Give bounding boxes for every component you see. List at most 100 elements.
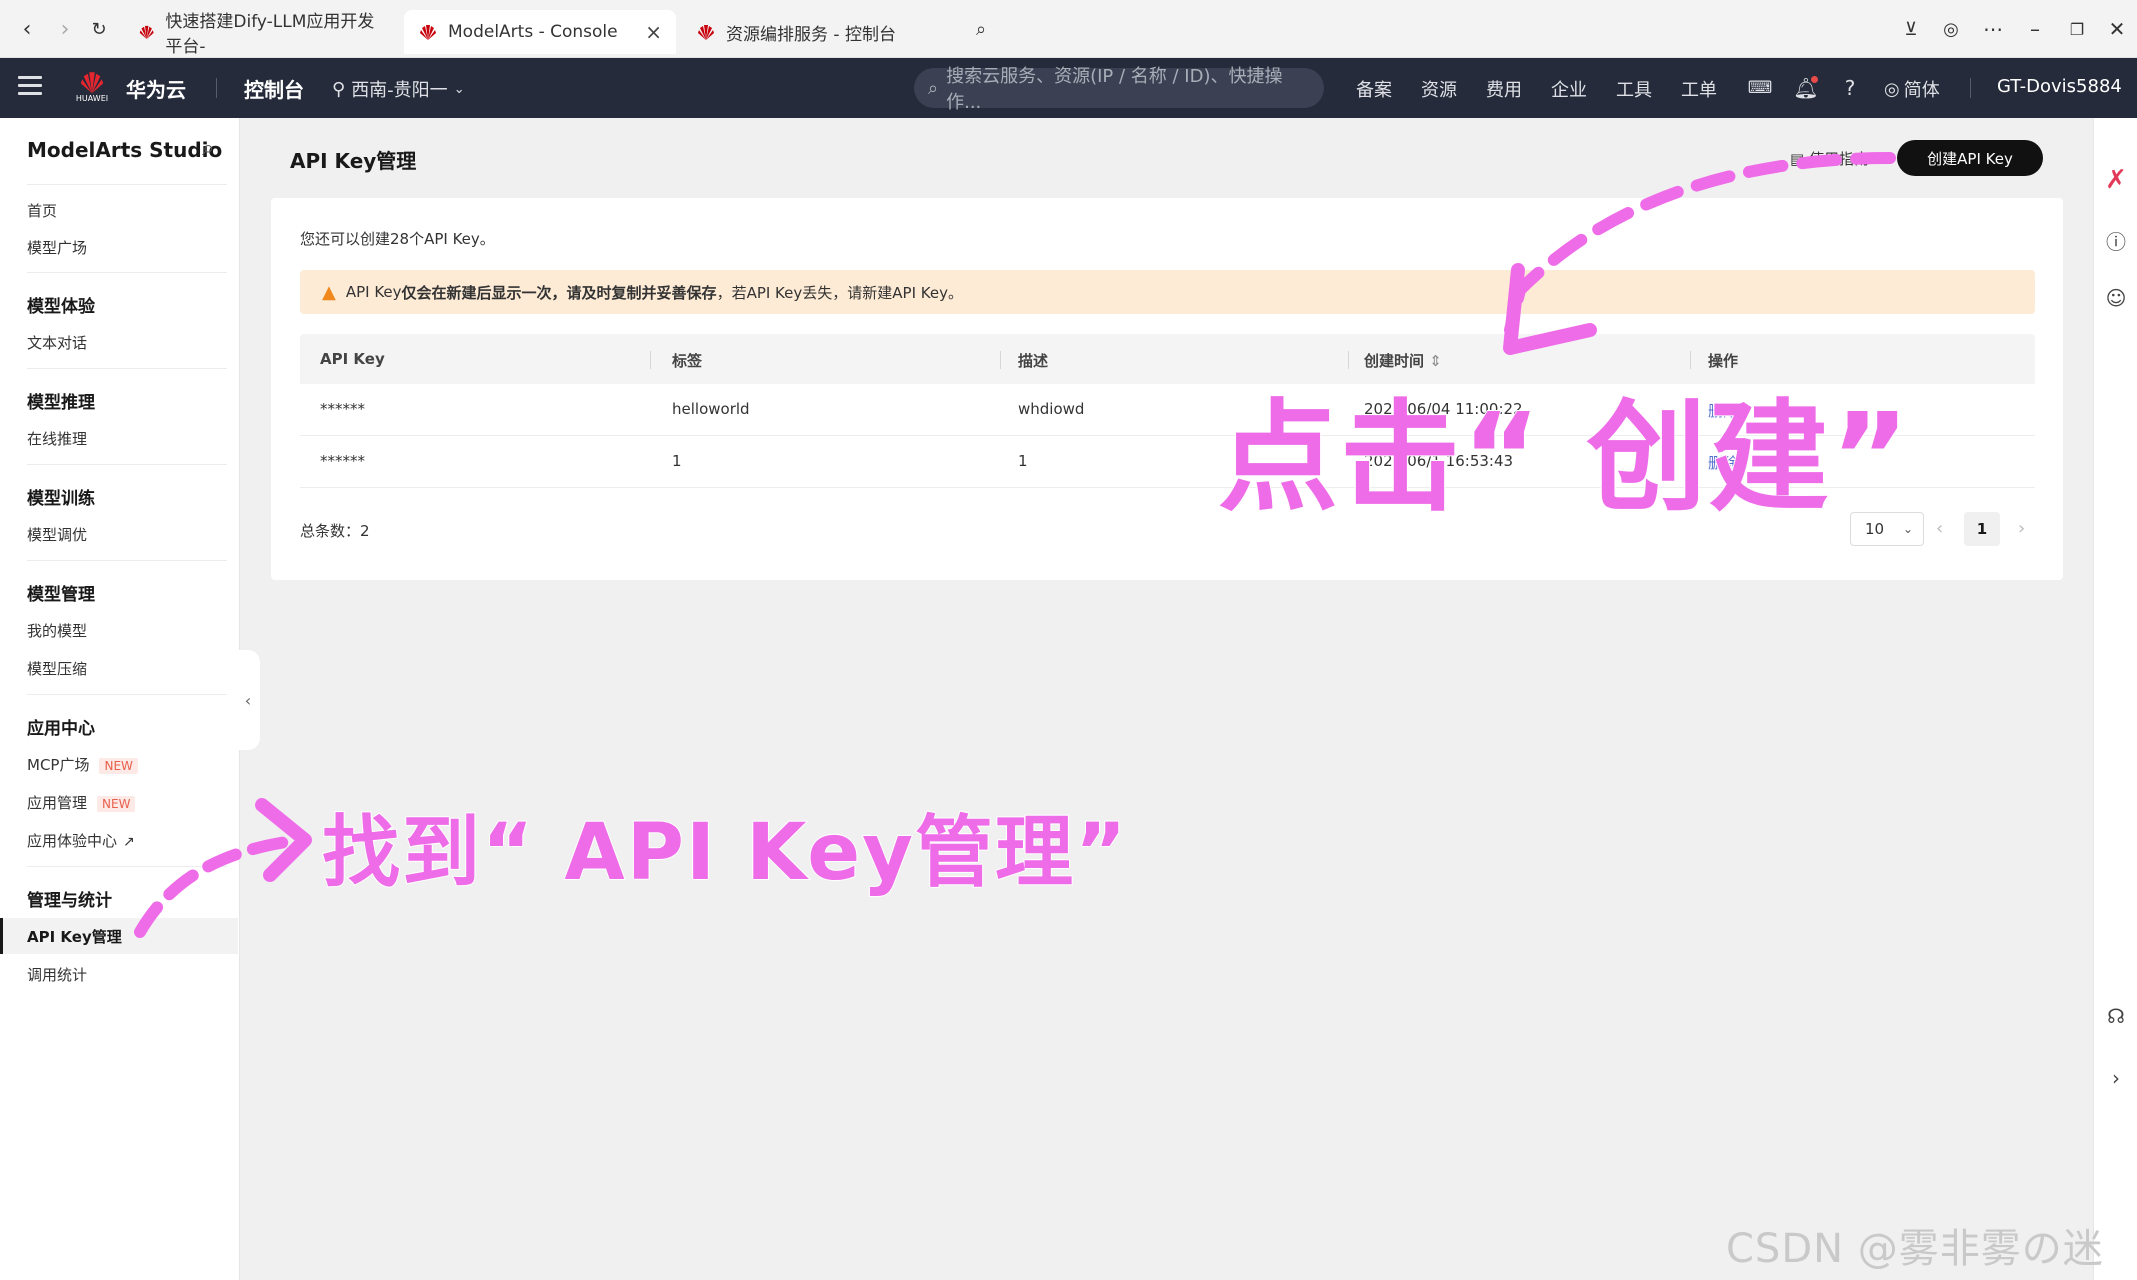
prev-page-icon[interactable]: ‹: [1936, 518, 1943, 539]
location-pin-icon: ⚲: [332, 78, 346, 100]
nav-link-resources[interactable]: 资源: [1421, 76, 1457, 102]
quota-text: 您还可以创建28个API Key。: [300, 230, 495, 248]
window-close-icon[interactable]: ✕: [2100, 14, 2134, 44]
nav-link-tickets[interactable]: 工单: [1681, 76, 1717, 102]
sidebar-item-model-compression[interactable]: 模型压缩: [27, 658, 87, 679]
terminal-icon[interactable]: ⌨: [1746, 74, 1774, 102]
sidebar-item-model-tuning[interactable]: 模型调优: [27, 524, 87, 545]
globe-icon: ◎: [1884, 78, 1900, 100]
sidebar-item-text-chat[interactable]: 文本对话: [27, 332, 87, 353]
tab-modelarts[interactable]: ModelArts - Console ×: [404, 10, 676, 54]
sidebar-item-label: MCP广场: [27, 756, 90, 774]
sidebar-title: ModelArts Studio: [27, 138, 223, 162]
huawei-logo[interactable]: HUAWEI: [72, 68, 112, 108]
headset-icon[interactable]: ☊: [2102, 1002, 2130, 1030]
collapse-sidebar-button[interactable]: ‹: [236, 650, 260, 750]
sidebar-item-mcp-square[interactable]: MCP广场 NEW: [27, 754, 138, 775]
chevron-right-icon[interactable]: ›: [2102, 1064, 2130, 1092]
warning-icon: ▲: [322, 281, 336, 303]
cell-description: 1: [1018, 452, 1028, 470]
page-number-current[interactable]: 1: [1964, 512, 2000, 546]
create-api-key-button[interactable]: 创建API Key: [1897, 140, 2043, 176]
tab-search-icon[interactable]: ⌕: [966, 14, 996, 44]
divider: [27, 866, 227, 867]
guide-link[interactable]: ▤ 使用指南: [1790, 148, 1869, 169]
language-switch[interactable]: ◎ 简体: [1884, 76, 1940, 102]
delete-link[interactable]: 删除: [1708, 452, 1738, 473]
sidebar-item-app-management[interactable]: 应用管理 NEW: [27, 792, 136, 813]
sidebar-item-model-square[interactable]: 模型广场: [27, 237, 87, 258]
region-label: 西南-贵阳一: [351, 80, 448, 101]
column-header-api-key: API Key: [320, 350, 385, 368]
language-label: 简体: [1903, 80, 1940, 101]
column-header-label: 创建时间: [1364, 352, 1425, 370]
arrowhead-find: [255, 798, 312, 882]
sidebar-item-usage-stats[interactable]: 调用统计: [27, 964, 87, 985]
forward-icon[interactable]: ›: [50, 14, 80, 44]
table-row: ****** helloworld whdiowd 2025/06/04 11:…: [300, 384, 2035, 436]
sidebar-item-app-experience[interactable]: 应用体验中心 ↗: [27, 830, 135, 851]
search-icon: ⌕: [928, 77, 939, 99]
alert-suffix: ，若API Key丢失，请新建API Key。: [716, 283, 963, 302]
sidebar-item-online-inference[interactable]: 在线推理: [27, 428, 87, 449]
right-rail: ✗ ⓘ ☺ ☊ ›: [2093, 118, 2137, 1280]
annotation-overlay: 点击“ 创建” 找到“ API Key管理” CSDN @雾非雾の迷惘: [0, 0, 2137, 1280]
close-icon[interactable]: ×: [645, 20, 662, 44]
cell-description: whdiowd: [1018, 400, 1085, 418]
back-icon[interactable]: ‹: [12, 14, 42, 44]
console-link[interactable]: 控制台: [244, 74, 304, 103]
page-size-value: 10: [1865, 520, 1885, 538]
menu-icon[interactable]: [18, 76, 42, 96]
minimize-icon[interactable]: –: [2018, 14, 2052, 44]
help-icon[interactable]: ?: [1836, 74, 1864, 102]
external-link-icon: ↗: [123, 834, 135, 850]
global-search-input[interactable]: ⌕ 搜索云服务、资源(IP / 名称 / ID)、快捷操作...: [914, 66, 1324, 113]
watermark: CSDN @雾非雾の迷惘: [1726, 1226, 2104, 1272]
brand-name[interactable]: 华为云: [126, 74, 186, 103]
tab-dify[interactable]: 快速搭建Dify-LLM应用开发平台-: [124, 10, 396, 57]
huawei-logo-icon: [139, 25, 154, 39]
delete-link[interactable]: 删除: [1708, 400, 1738, 421]
app-logo-icon[interactable]: ✗: [2102, 165, 2130, 195]
table-header: API Key 标签 描述 创建时间 ⇕ 操作: [300, 334, 2035, 384]
search-icon[interactable]: ⌕: [202, 136, 214, 161]
globe-icon[interactable]: ◎: [1934, 14, 1968, 44]
help-icon[interactable]: ⓘ: [2102, 226, 2130, 254]
nav-link-tools[interactable]: 工具: [1616, 76, 1652, 102]
page-size-select[interactable]: 10 ⌄: [1850, 512, 1924, 546]
sidebar: ModelArts Studio ⌕ 首页 模型广场 模型体验 文本对话 模型推…: [0, 118, 240, 1280]
cell-created-time: 2025/06/1 16:53:43: [1364, 452, 1514, 470]
sidebar-item-label: 应用体验中心: [27, 832, 118, 850]
nav-link-billing[interactable]: 费用: [1486, 76, 1522, 102]
total-count: 总条数：2: [300, 522, 370, 540]
top-navigation: HUAWEI 华为云 控制台 ⚲ 西南-贵阳一 ⌄ ⌕ 搜索云服务、资源(IP …: [0, 58, 2137, 118]
tab-title: 资源编排服务 - 控制台: [726, 24, 896, 45]
reload-icon[interactable]: ↻: [84, 14, 114, 44]
more-icon[interactable]: ⋯: [1976, 14, 2010, 44]
cell-tag: helloworld: [672, 400, 750, 418]
sidebar-item-api-key[interactable]: API Key管理: [27, 926, 122, 947]
restore-icon[interactable]: ❐: [2060, 14, 2094, 44]
cell-api-key: ******: [320, 452, 365, 470]
column-header-created-time[interactable]: 创建时间 ⇕: [1364, 350, 1442, 371]
browser-tab-bar: ‹ › ↻ 快速搭建Dify-LLM应用开发平台- ModelArts - Co…: [0, 0, 2137, 58]
column-divider: [1000, 351, 1001, 369]
download-icon[interactable]: ⊻: [1894, 14, 1928, 44]
next-page-icon[interactable]: ›: [2018, 518, 2025, 539]
tab-rfs[interactable]: 资源编排服务 - 控制台: [682, 10, 954, 54]
sidebar-item-my-models[interactable]: 我的模型: [27, 620, 87, 641]
sidebar-item-home[interactable]: 首页: [27, 200, 57, 221]
huawei-logo-icon: [80, 72, 104, 94]
nav-link-filing[interactable]: 备案: [1356, 76, 1392, 102]
bell-icon[interactable]: 🔔︎: [1792, 74, 1820, 102]
annotation-find-api-key: 找到“ API Key管理”: [321, 807, 1129, 899]
sort-icon[interactable]: ⇕: [1429, 352, 1442, 370]
new-badge: NEW: [97, 796, 136, 812]
smile-icon[interactable]: ☺: [2102, 284, 2130, 312]
warning-alert: ▲ API Key 仅会在新建后显示一次，请及时复制并妥善保存 ，若API Key丢…: [300, 270, 2035, 314]
sidebar-item-label: 应用管理: [27, 794, 88, 812]
chevron-left-icon: ‹: [244, 690, 252, 710]
region-selector[interactable]: ⚲ 西南-贵阳一 ⌄: [332, 76, 465, 102]
user-account[interactable]: GT-Dovis5884: [1997, 76, 2122, 97]
nav-link-enterprise[interactable]: 企业: [1551, 76, 1587, 102]
